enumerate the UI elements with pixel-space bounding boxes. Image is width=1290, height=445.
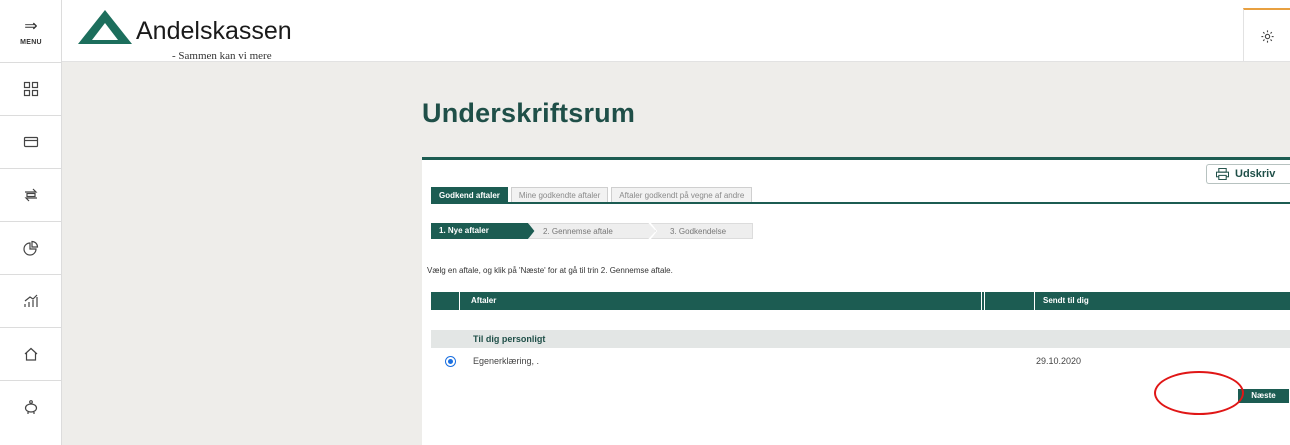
page: ⇒ MENU Andelskassen - Sammen kan vi mere… xyxy=(0,0,1290,445)
agreement-tabs: Godkend aftaler Mine godkendte aftaler A… xyxy=(431,187,755,203)
rail-item-savings[interactable] xyxy=(0,380,62,432)
agreement-name[interactable]: Egenerklæring, . xyxy=(473,352,539,370)
header-separator xyxy=(459,292,460,310)
tab-approved-on-behalf[interactable]: Aftaler godkendt på vegne af andre xyxy=(611,187,753,203)
tabs-divider xyxy=(431,202,1290,204)
page-title: Underskriftsrum xyxy=(422,98,636,128)
rail-item-transfer[interactable] xyxy=(0,168,62,220)
card-icon xyxy=(23,136,39,147)
table-row[interactable]: Egenerklæring, . 29.10.2020 xyxy=(431,352,1290,370)
logo-mark-icon xyxy=(78,10,132,44)
main-content: Underskriftsrum Udskriv Godkend aftaler … xyxy=(62,62,1290,445)
tab-my-approved-agreements[interactable]: Mine godkendte aftaler xyxy=(510,187,609,203)
menu-label: MENU xyxy=(20,39,42,46)
table-header: Aftaler Sendt til dig xyxy=(431,292,1290,310)
menu-button[interactable]: ⇒ MENU xyxy=(0,8,62,60)
print-label: Udskriv xyxy=(1235,168,1276,180)
next-button[interactable]: Næste xyxy=(1238,389,1289,403)
gear-icon xyxy=(1260,29,1274,43)
piggy-bank-icon xyxy=(24,399,38,414)
pie-chart-icon xyxy=(23,240,39,256)
instruction-text: Vælg en aftale, og klik på 'Næste' for a… xyxy=(427,266,673,275)
menu-arrow-icon: ⇒ xyxy=(24,18,38,35)
rail-item-cards[interactable] xyxy=(0,115,62,167)
step-approval: 3. Godkendelse xyxy=(651,223,753,239)
column-header-sent-to-you[interactable]: Sendt til dig xyxy=(1043,292,1089,310)
dashboard-icon xyxy=(23,81,39,96)
column-header-agreements[interactable]: Aftaler xyxy=(471,292,496,310)
group-row-personal: Til dig personligt xyxy=(431,330,1290,348)
andelskassen-logo[interactable]: Andelskassen - Sammen kan vi mere xyxy=(78,8,308,62)
red-highlight-circle xyxy=(1154,371,1244,415)
left-rail: ⇒ MENU xyxy=(0,0,62,445)
rail-item-investment[interactable] xyxy=(0,274,62,326)
home-icon xyxy=(24,347,38,361)
brand-tagline: - Sammen kan vi mere xyxy=(172,50,272,62)
step-review-agreement: 2. Gennemse aftale xyxy=(528,223,656,239)
rail-item-budget[interactable] xyxy=(0,221,62,273)
transfer-icon xyxy=(24,188,38,201)
header-separator xyxy=(984,292,985,310)
header-separator xyxy=(1034,292,1035,310)
sent-date: 29.10.2020 xyxy=(1036,356,1082,366)
settings-button[interactable] xyxy=(1243,8,1290,62)
tab-approve-agreements[interactable]: Godkend aftaler xyxy=(431,187,508,203)
print-button[interactable]: Udskriv xyxy=(1206,164,1290,184)
printer-icon xyxy=(1216,168,1229,180)
brand-name: Andelskassen xyxy=(136,17,292,45)
investment-chart-icon xyxy=(24,294,38,307)
rail-item-home[interactable] xyxy=(0,327,62,379)
select-agreement-radio[interactable] xyxy=(445,356,456,367)
step-new-agreements: 1. Nye aftaler xyxy=(431,223,535,239)
header-separator xyxy=(981,292,982,310)
rail-item-dashboard[interactable] xyxy=(0,62,62,114)
top-header: Andelskassen - Sammen kan vi mere xyxy=(62,0,1290,62)
group-label: Til dig personligt xyxy=(473,334,546,344)
